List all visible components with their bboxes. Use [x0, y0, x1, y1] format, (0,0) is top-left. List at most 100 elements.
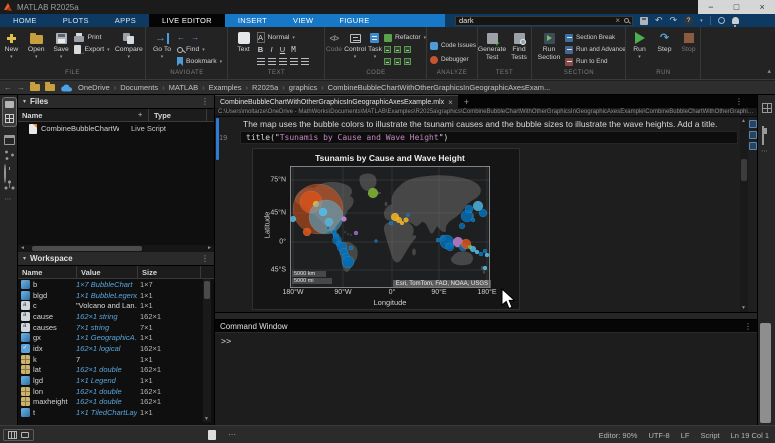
save-button[interactable]: Save▾ — [50, 30, 73, 59]
workspace-column-header[interactable]: Name Value Size — [18, 266, 214, 279]
ribbon-tab-home[interactable]: HOME — [0, 14, 50, 27]
close-button[interactable]: × — [750, 0, 774, 14]
share-panel-icon[interactable] — [4, 150, 15, 160]
breadcrumb-item[interactable]: Examples — [209, 83, 242, 92]
close-tab-icon[interactable]: × — [448, 98, 453, 107]
scroll-up-icon[interactable]: ▲ — [741, 118, 746, 124]
ribbon-tab-insert[interactable]: INSERT — [225, 14, 280, 27]
workspace-row[interactable]: blgd1×1 BubbleLegend1×1 — [18, 290, 200, 301]
status-more-icon[interactable]: ⋯ — [228, 430, 238, 439]
editor-scrollbar[interactable]: ▲ ▼ — [740, 117, 748, 312]
ws-col-size[interactable]: Size — [142, 268, 157, 277]
redo-icon[interactable]: ↷ — [670, 14, 678, 27]
hide-code-icon[interactable] — [749, 120, 757, 128]
ribbon-tab-live-editor[interactable]: LIVE EDITOR — [149, 14, 225, 27]
collapse-ribbon-icon[interactable]: ▴ — [767, 67, 771, 75]
files-col-name[interactable]: Name — [22, 111, 42, 120]
ws-col-name[interactable]: Name — [22, 268, 42, 277]
refactor-tool-icon[interactable] — [404, 58, 411, 65]
run-to-end-button[interactable]: Run to End — [565, 56, 623, 67]
collapse-files-icon[interactable]: ▾ — [23, 98, 26, 105]
files-panel-icon[interactable] — [5, 101, 14, 108]
nav-arrows[interactable]: ← → — [177, 32, 225, 43]
figure-output[interactable]: Tsunamis by Cause and Wave Height Latitu… — [252, 148, 520, 310]
underline-button[interactable]: U — [279, 45, 287, 54]
run-and-advance-button[interactable]: Run and Advance — [565, 44, 623, 55]
workspace-panel-header[interactable]: ▾ Workspace ⋮ — [18, 252, 214, 266]
files-col-type[interactable]: Type — [154, 111, 171, 120]
numbered-list-icon[interactable] — [301, 58, 309, 65]
back-arrow-icon[interactable]: ← → — [177, 33, 201, 42]
workspace-row[interactable]: causes7×1 string7×1 — [18, 322, 200, 333]
rail-profiler-icon[interactable] — [762, 126, 764, 145]
rail-panels-icon[interactable] — [762, 103, 772, 113]
quick-save-icon[interactable] — [640, 17, 648, 25]
italic-button[interactable]: I — [268, 45, 276, 54]
section-break-button[interactable]: Section Break — [565, 32, 623, 43]
files-column-header[interactable]: Name + Type — [18, 109, 214, 122]
workspace-row[interactable]: cause162×1 string162×1 — [18, 311, 200, 322]
control-button[interactable]: Control▾ — [344, 30, 366, 59]
files-hscrollbar[interactable]: ◄ ► — [18, 245, 215, 252]
generate-test-button[interactable]: Generate Test — [479, 30, 506, 62]
bullet-list-icon[interactable] — [290, 58, 298, 65]
add-column-icon[interactable]: + — [138, 110, 142, 119]
nav-forward-icon[interactable]: → — [17, 83, 25, 92]
scroll-left-icon[interactable]: ◄ — [20, 245, 25, 252]
help-dropdown-icon[interactable]: ▾ — [700, 18, 703, 24]
command-window-menu-icon[interactable]: ⋮ — [744, 322, 752, 331]
step-button[interactable]: ↷Step — [654, 30, 676, 54]
search-box[interactable]: dark × — [455, 16, 633, 27]
refactor-tool-icon[interactable] — [394, 58, 401, 65]
workspace-row[interactable]: c"Volcano and Lan…1×1 — [18, 300, 200, 311]
code-button[interactable]: </>Code — [326, 30, 342, 54]
column-divider[interactable] — [200, 266, 201, 278]
breadcrumb-item[interactable]: MATLAB — [169, 83, 198, 92]
workspace-menu-icon[interactable]: ⋮ — [201, 254, 209, 263]
run-button[interactable]: Run▾ — [628, 30, 652, 59]
maximize-button[interactable]: □ — [724, 0, 748, 14]
notifications-bell-icon[interactable] — [732, 17, 739, 24]
align-left-icon[interactable] — [257, 58, 265, 65]
files-menu-icon[interactable]: ⋮ — [201, 97, 209, 106]
open-button[interactable]: Open▾ — [25, 30, 48, 59]
more-panels-icon[interactable]: ⋯ — [0, 195, 17, 203]
nav-back-icon[interactable]: ← — [4, 83, 12, 92]
search-icon[interactable] — [624, 18, 629, 23]
undo-icon[interactable]: ↶ — [655, 14, 663, 27]
bookmark-button[interactable]: Bookmark▾ — [177, 56, 225, 67]
command-prompt[interactable]: >> — [221, 337, 231, 347]
workspace-row[interactable]: idx162×1 logical162×1 — [18, 343, 200, 354]
output-right-icon[interactable] — [749, 142, 757, 150]
breadcrumb-item[interactable]: Documents — [120, 83, 158, 92]
text-style-select[interactable]: Normal — [268, 34, 290, 41]
column-divider[interactable] — [148, 109, 149, 121]
align-center-icon[interactable] — [268, 58, 276, 65]
bold-button[interactable]: B — [257, 45, 265, 54]
column-divider[interactable] — [76, 266, 77, 278]
scrollbar-thumb[interactable] — [32, 246, 142, 251]
text-button[interactable]: Text — [233, 30, 255, 54]
source-control-icon[interactable] — [4, 180, 15, 190]
workspace-row[interactable]: lon162×1 double162×1 — [18, 386, 200, 397]
breadcrumb-item[interactable]: R2025a — [252, 83, 278, 92]
ws-col-value[interactable]: Value — [81, 268, 101, 277]
minimize-button[interactable]: − — [699, 0, 723, 14]
column-divider[interactable] — [206, 109, 207, 121]
scrollbar-thumb[interactable] — [204, 281, 210, 299]
workspace-panel-icon[interactable] — [5, 114, 14, 123]
file-row[interactable]: CombineBubbleChartWithO...Live Script — [18, 122, 214, 135]
refactor-tool-icon[interactable] — [404, 46, 411, 53]
geographic-map[interactable]: 5000 km 5000 mi Esri, TomTom, FAO, NOAA,… — [290, 166, 490, 288]
workspace-row[interactable]: maxheight162×1 double162×1 — [18, 397, 200, 408]
command-window[interactable]: >> — [215, 333, 757, 425]
find-tests-button[interactable]: Find Tests — [508, 30, 531, 62]
rail-more-icon[interactable]: ⋯ — [761, 147, 769, 155]
breadcrumb-item[interactable]: CombineBubbleChartWithOtherGraphicsInGeo… — [328, 83, 551, 92]
folder-up-icon[interactable] — [45, 84, 55, 91]
ribbon-tab-apps[interactable]: APPS — [102, 14, 149, 27]
workspace-row[interactable]: lgd1×1 Legend1×1 — [18, 375, 200, 386]
new-folder-icon[interactable] — [30, 84, 40, 91]
breadcrumb-item[interactable]: OneDrive — [78, 83, 110, 92]
workspace-row[interactable]: b1×7 BubbleChart1×7 — [18, 279, 200, 290]
